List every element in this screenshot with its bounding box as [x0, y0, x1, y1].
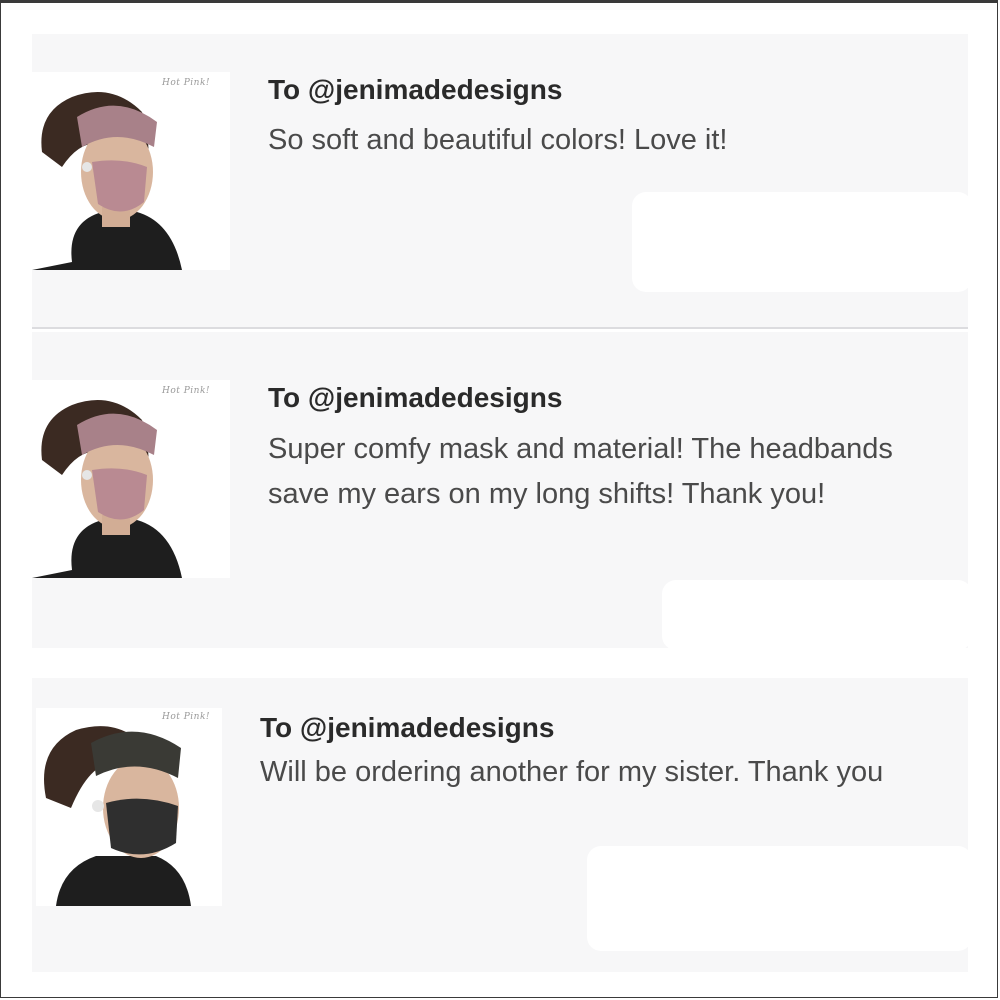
- redacted-area: [662, 580, 968, 648]
- redacted-area: [632, 192, 968, 292]
- product-thumbnail[interactable]: [32, 72, 230, 270]
- recipient-label: To @jenimadedesigns: [268, 382, 563, 413]
- review-message: Will be ordering another for my sister. …: [260, 756, 884, 788]
- watermark-text: Hot Pink!: [162, 712, 211, 722]
- woman-headband-mask-image: [32, 380, 230, 578]
- review-card: Hot Pink! To @jenimadedesigns So soft an…: [32, 34, 968, 327]
- review-message: Super comfy mask and material! The headb…: [268, 433, 893, 510]
- redacted-area: [587, 846, 968, 951]
- product-thumbnail[interactable]: [36, 708, 222, 906]
- product-thumbnail[interactable]: [32, 380, 230, 578]
- watermark-text: Hot Pink!: [162, 386, 211, 396]
- recipient-label: To @jenimadedesigns: [260, 712, 555, 743]
- review-message: So soft and beautiful colors! Love it!: [268, 124, 728, 156]
- watermark-text: Hot Pink!: [162, 78, 211, 88]
- recipient-label: To @jenimadedesigns: [268, 74, 563, 105]
- woman-headband-mask-image: [32, 72, 230, 270]
- review-card: Hot Pink! To @jenimadedesigns Will be or…: [32, 678, 968, 972]
- divider: [32, 327, 968, 329]
- review-card: Hot Pink! To @jenimadedesigns Super comf…: [32, 332, 968, 648]
- woman-headband-mask-image: [36, 708, 222, 906]
